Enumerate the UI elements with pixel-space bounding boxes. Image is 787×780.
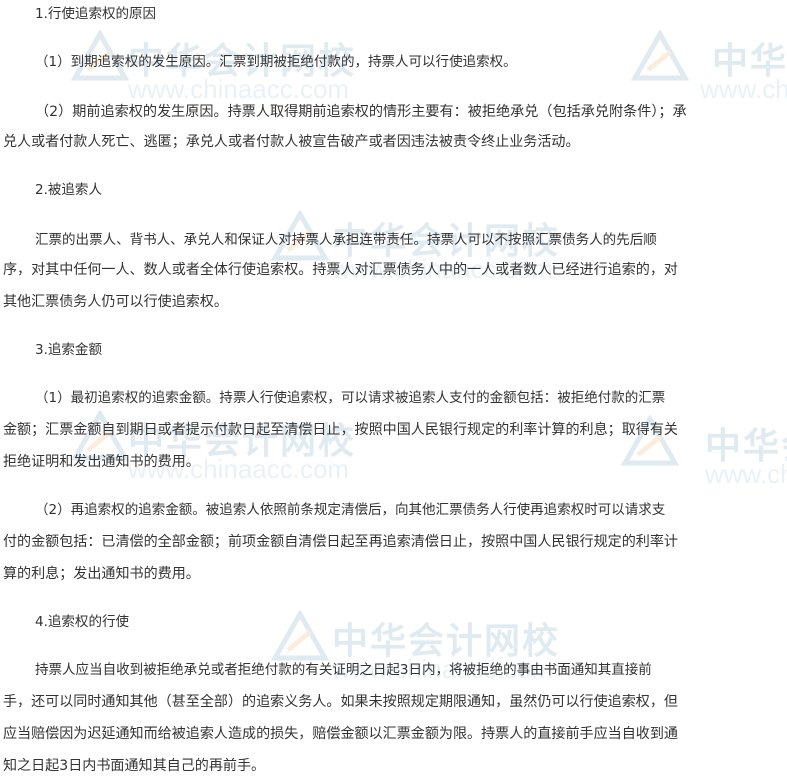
paragraph-line: （1）最初追索权的追索金额。持票人行使追索权，可以请求被追索人支付的金额包括：被…	[35, 390, 666, 406]
watermark: 中华会计网校 www.chinaacc.com	[270, 210, 600, 300]
paragraph-line: （1）到期追索权的发生原因。汇票到期被拒绝付款的，持票人可以行使追索权。	[35, 54, 517, 70]
section-heading: 1.行使追索权的原因	[35, 6, 157, 22]
section-heading: 4.追索权的行使	[35, 614, 129, 630]
paragraph-line: 持票人应当自收到被拒绝承兑或者拒绝付款的有关证明之日起3日内，将被拒绝的事由书面…	[35, 662, 652, 678]
watermark-url: www.chi	[700, 74, 787, 104]
section-heading: 3.追索金额	[35, 342, 102, 358]
document-page: 中华会计网校 www.chinaacc.com 中华 www.chi 中华会计网…	[0, 0, 787, 780]
paragraph-line: 拒绝证明和发出通知书的费用。	[3, 454, 200, 470]
watermark-url: www.chinaacc.com	[128, 74, 350, 104]
paragraph-line: 手，还可以同时通知其他（甚至全部）的追索义务人。如果未按照规定期限通知，虽然仍可…	[3, 694, 678, 710]
paragraph-line: （2）再追索权的追索金额。被追索人依照前条规定清偿后，向其他汇票债务人行使再追索…	[35, 502, 666, 518]
paragraph-line: 应当赔偿因为迟延通知而给被追索人造成的损失，赔偿金额以汇票金额为限。持票人的直接…	[3, 726, 678, 742]
paragraph-line: 金额；汇票金额自到期日或者提示付款日起至清偿日止，按照中国人民银行规定的利率计算…	[3, 422, 678, 438]
paragraph-line: 知之日起3日内书面通知其自己的再前手。	[3, 758, 266, 774]
paragraph-line: 汇票的出票人、背书人、承兑人和保证人对持票人承担连带责任。持票人可以不按照汇票债…	[35, 232, 657, 248]
paragraph-line: 兑人或者付款人死亡、逃匿；承兑人或者付款人被宣告破产或者因违法被责令终止业务活动…	[3, 134, 580, 150]
section-heading: 2.被追索人	[35, 182, 102, 198]
paragraph-line: 序，对其中任何一人、数人或者全体行使追索权。持票人对汇票债务人中的一人或者数人已…	[3, 262, 678, 278]
paragraph-line: （2）期前追索权的发生原因。持票人取得期前追索权的情形主要有：被拒绝承兑（包括承…	[35, 104, 687, 120]
paragraph-line: 付的金额包括：已清偿的全部金额；前项金额自清偿日起至再追索清偿日止，按照中国人民…	[3, 534, 678, 550]
paragraph-line: 其他汇票债务人仍可以行使追索权。	[3, 294, 228, 310]
paragraph-line: 算的利息；发出通知书的费用。	[3, 566, 200, 582]
